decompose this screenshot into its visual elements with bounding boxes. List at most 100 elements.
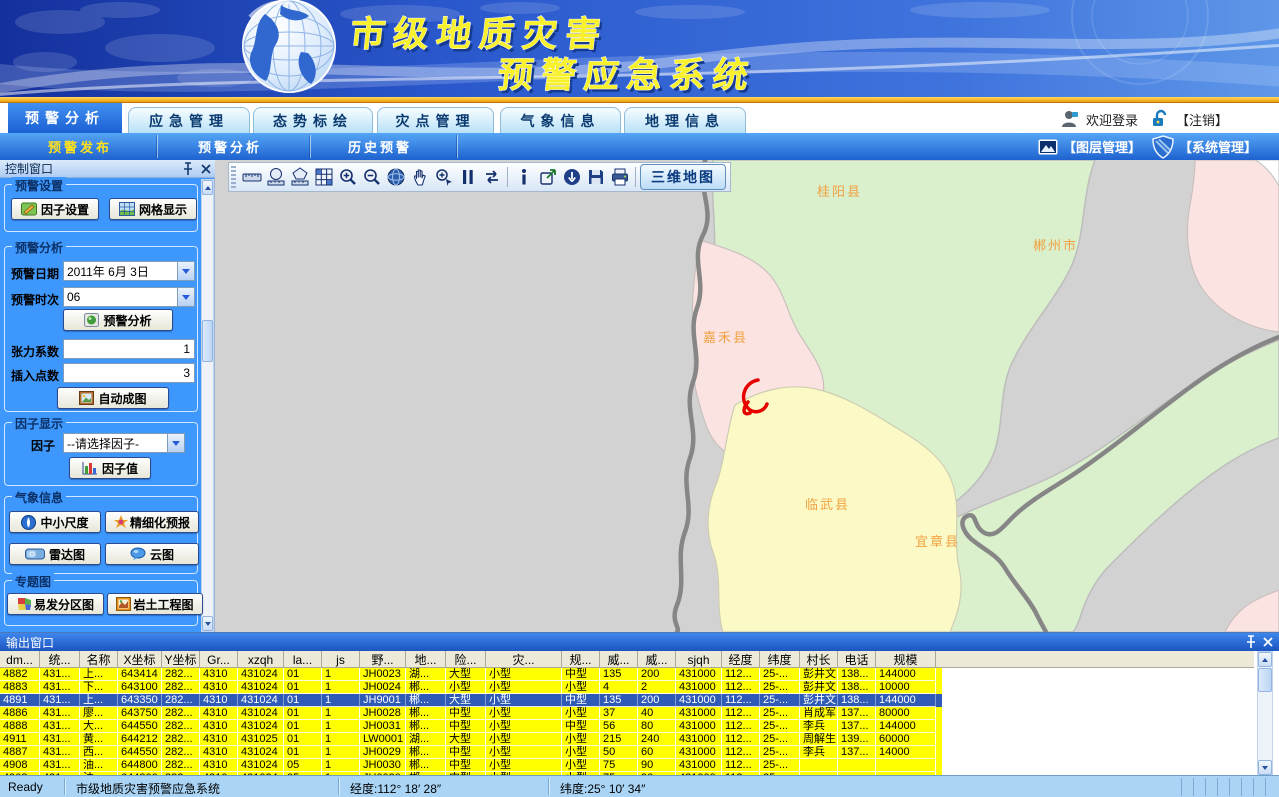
measure-polygon-icon[interactable] [288, 165, 311, 189]
subtab-warning-analysis[interactable]: 预警分析 [168, 133, 292, 160]
column-header[interactable]: 威... [638, 651, 676, 668]
column-header[interactable]: sjqh [676, 651, 722, 668]
table-cell[interactable]: 4908 [0, 759, 40, 772]
toolbar-grip[interactable] [231, 166, 236, 188]
table-cell[interactable]: 4888 [0, 720, 40, 733]
column-header[interactable]: 经度 [722, 651, 760, 668]
column-header[interactable]: 险... [446, 651, 486, 668]
table-cell[interactable]: 112... [722, 694, 760, 707]
column-header[interactable]: 名称 [80, 651, 118, 668]
table-cell[interactable] [838, 759, 876, 772]
table-cell[interactable]: 周解生 [800, 733, 838, 746]
tab-warning-analysis[interactable]: 预警分析 [8, 103, 122, 133]
welcome-login[interactable]: 欢迎登录 [1060, 106, 1138, 132]
column-header[interactable]: 野... [360, 651, 406, 668]
table-cell[interactable]: 431000 [676, 668, 722, 681]
table-cell[interactable]: 小型 [446, 681, 486, 694]
tab-situation-plotting[interactable]: 态势标绘 [253, 107, 373, 133]
table-cell[interactable]: 112... [722, 746, 760, 759]
table-cell[interactable]: 25-... [760, 668, 800, 681]
zoning-map-button[interactable]: 易发分区图 [7, 593, 104, 615]
factor-select[interactable]: --请选择因子- [63, 433, 185, 453]
table-cell[interactable]: JH0029 [360, 746, 406, 759]
table-cell[interactable]: 112... [722, 668, 760, 681]
table-cell[interactable] [800, 759, 838, 772]
table-cell[interactable]: 郴... [406, 759, 446, 772]
table-cell[interactable]: 282... [162, 720, 200, 733]
table-cell[interactable]: 80 [638, 720, 676, 733]
factor-value-button[interactable]: 因子值 [69, 457, 151, 479]
table-cell[interactable]: 01 [284, 707, 322, 720]
auto-map-button[interactable]: 自动成图 [57, 387, 169, 409]
table-cell[interactable]: 56 [600, 720, 638, 733]
table-cell[interactable]: 240 [638, 733, 676, 746]
table-cell[interactable]: 112... [722, 733, 760, 746]
pause-icon[interactable] [456, 165, 479, 189]
table-cell[interactable]: 431000 [676, 759, 722, 772]
column-header[interactable]: js [322, 651, 360, 668]
table-cell[interactable]: 431... [40, 668, 80, 681]
table-row[interactable]: 4883431...下...643100282...4310431024011J… [0, 681, 942, 694]
scrollbar-thumb[interactable] [1258, 668, 1272, 692]
column-header[interactable]: 地... [406, 651, 446, 668]
table-cell[interactable]: 14000 [876, 746, 936, 759]
table-cell[interactable]: 25-... [760, 681, 800, 694]
table-cell[interactable] [876, 759, 936, 772]
table-row[interactable]: 4891431...上...643350282...4310431024011J… [0, 694, 942, 707]
table-cell[interactable]: 下... [80, 681, 118, 694]
table-cell[interactable]: 135 [600, 668, 638, 681]
dropdown-arrow-icon[interactable] [177, 262, 194, 280]
table-cell[interactable]: 37 [600, 707, 638, 720]
table-cell[interactable]: 4310 [200, 759, 238, 772]
table-cell[interactable]: 1 [322, 759, 360, 772]
table-cell[interactable]: 431000 [676, 681, 722, 694]
table-cell[interactable]: 4891 [0, 694, 40, 707]
table-cell[interactable]: 135 [600, 694, 638, 707]
table-cell[interactable]: 彭井文 [800, 681, 838, 694]
table-cell[interactable]: 小型 [486, 759, 562, 772]
map-canvas[interactable]: 桂阳县 郴州市 嘉禾县 临武县 宜章县 [215, 160, 1279, 632]
info-icon[interactable] [512, 165, 535, 189]
table-cell[interactable]: 李兵 [800, 746, 838, 759]
pin-icon[interactable] [182, 162, 194, 176]
system-manager[interactable]: 【系统管理】 [1152, 133, 1257, 160]
export-icon[interactable] [536, 165, 559, 189]
table-row[interactable]: 4882431...上...643414282...4310431024011J… [0, 668, 942, 681]
tab-geographic-info[interactable]: 地理信息 [624, 107, 746, 133]
table-cell[interactable]: 40 [638, 707, 676, 720]
table-cell[interactable]: 25-... [760, 720, 800, 733]
column-header[interactable]: 灾... [486, 651, 562, 668]
table-row[interactable]: 4886431...廖...643750282...4310431024011J… [0, 707, 942, 720]
table-cell[interactable]: 112... [722, 681, 760, 694]
panel-scrollbar[interactable] [201, 179, 214, 632]
column-header[interactable]: xzqh [238, 651, 284, 668]
table-cell[interactable]: 4310 [200, 720, 238, 733]
table-cell[interactable]: 01 [284, 681, 322, 694]
table-cell[interactable]: 小型 [562, 733, 600, 746]
table-cell[interactable]: 644550 [118, 746, 162, 759]
resize-grip[interactable] [1181, 778, 1277, 796]
save-icon[interactable] [584, 165, 607, 189]
zoom-select-icon[interactable] [432, 165, 455, 189]
map-area[interactable]: 桂阳县 郴州市 嘉禾县 临武县 宜章县 [215, 160, 1279, 632]
table-cell[interactable]: 4310 [200, 694, 238, 707]
table-cell[interactable]: 282... [162, 759, 200, 772]
logout[interactable]: 【注销】 [1150, 106, 1228, 132]
table-cell[interactable]: 4911 [0, 733, 40, 746]
table-cell[interactable]: 200 [638, 694, 676, 707]
table-cell[interactable]: 上... [80, 694, 118, 707]
table-cell[interactable]: 小型 [562, 681, 600, 694]
table-cell[interactable]: 75 [600, 759, 638, 772]
table-cell[interactable]: 郴... [406, 746, 446, 759]
scrollbar-thumb[interactable] [202, 320, 213, 362]
table-cell[interactable]: 油... [80, 759, 118, 772]
table-cell[interactable]: 431... [40, 720, 80, 733]
table-cell[interactable]: 廖... [80, 707, 118, 720]
table-cell[interactable]: 小型 [486, 681, 562, 694]
table-cell[interactable]: 138... [838, 681, 876, 694]
table-cell[interactable]: 01 [284, 720, 322, 733]
measure-circle-icon[interactable] [264, 165, 287, 189]
table-cell[interactable]: JH0023 [360, 668, 406, 681]
table-cell[interactable]: 144000 [876, 668, 936, 681]
table-cell[interactable]: 282... [162, 694, 200, 707]
